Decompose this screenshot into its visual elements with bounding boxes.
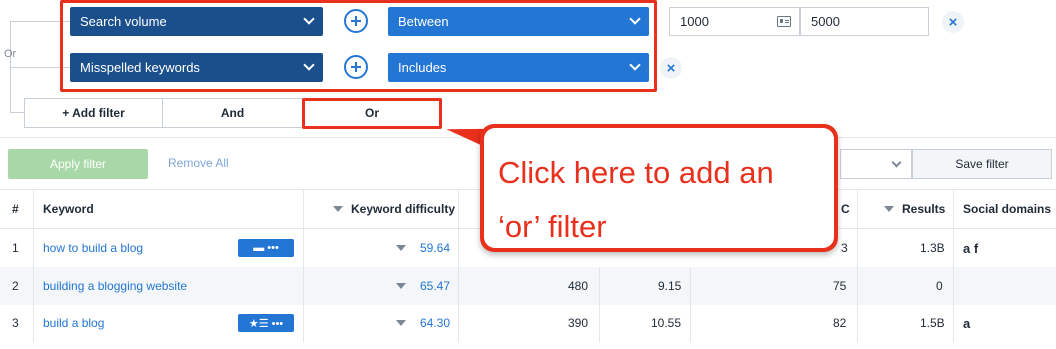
add-filter-button[interactable]: + Add filter xyxy=(24,98,163,128)
difficulty-cell: 65.47 xyxy=(396,267,450,305)
comment-and-more-badges[interactable]: ▬ ••• xyxy=(238,239,294,257)
column-header-results[interactable]: Results xyxy=(884,190,945,228)
column-divider xyxy=(857,304,858,342)
callout-text: Click here to add an ‘or’ filter xyxy=(484,128,834,248)
column-divider xyxy=(303,190,304,228)
remove-filter-1-close-icon[interactable]: × xyxy=(942,11,964,33)
column-header-social: Social domains xyxy=(963,202,1052,216)
column-divider xyxy=(303,304,304,342)
column-header-index: # xyxy=(12,202,19,216)
keyword-link[interactable]: how to build a blog xyxy=(43,229,143,267)
callout-line-2: ‘or’ filter xyxy=(498,209,607,244)
column-divider xyxy=(33,229,34,267)
column-divider xyxy=(458,304,459,342)
column-header-results-label: Results xyxy=(902,202,946,216)
callout-line-1: Click here to add an xyxy=(498,155,774,190)
social-domains-icons: a f xyxy=(963,240,979,256)
trend-down-icon xyxy=(396,320,406,326)
column-divider xyxy=(690,267,691,305)
column-divider xyxy=(33,190,34,228)
column-header-c[interactable]: C xyxy=(841,190,850,228)
c-value: 82 xyxy=(833,316,847,330)
column-divider xyxy=(857,267,858,305)
apply-filter-button[interactable]: Apply filter xyxy=(8,149,148,179)
or-button-highlight-box xyxy=(302,98,442,129)
connector-line xyxy=(10,112,24,113)
c-value: 3 xyxy=(841,241,848,255)
min-value-text: 1000 xyxy=(680,14,709,29)
column-divider xyxy=(33,267,34,305)
row-index: 3 xyxy=(12,316,19,330)
trend-down-icon xyxy=(396,245,406,251)
trend-down-icon xyxy=(396,283,406,289)
cpc-value: 10.55 xyxy=(651,316,682,330)
volume-value: 390 xyxy=(568,316,589,330)
column-divider xyxy=(953,304,954,342)
column-divider xyxy=(33,304,34,342)
table-row: 2 building a blogging website 65.47 480 … xyxy=(0,267,1056,305)
annotation-callout: Click here to add an ‘or’ filter xyxy=(480,124,838,252)
column-divider xyxy=(458,229,459,267)
difficulty-value[interactable]: 65.47 xyxy=(420,279,450,293)
row-index: 1 xyxy=(12,241,19,255)
column-divider xyxy=(953,229,954,267)
column-divider xyxy=(303,267,304,305)
star-list-and-more-badges[interactable]: ★☰ ••• xyxy=(238,314,294,332)
results-value: 1.3B xyxy=(920,241,945,255)
callout-arrow xyxy=(444,121,484,145)
column-divider xyxy=(599,304,600,342)
remove-all-link[interactable]: Remove All xyxy=(168,156,229,170)
column-divider xyxy=(953,267,954,305)
difficulty-value[interactable]: 59.64 xyxy=(420,241,450,255)
column-divider xyxy=(857,190,858,228)
close-icon-glyph: × xyxy=(948,13,958,31)
cpc-value: 9.15 xyxy=(658,279,682,293)
and-button[interactable]: And xyxy=(162,98,303,128)
sort-arrow-icon xyxy=(884,206,894,212)
id-card-icon xyxy=(777,16,791,27)
or-connector-label: Or xyxy=(4,48,17,60)
options-dropdown[interactable] xyxy=(840,149,912,179)
difficulty-cell: 64.30 xyxy=(396,304,450,342)
difficulty-cell: 59.64 xyxy=(396,229,450,267)
column-header-difficulty[interactable]: Keyword difficulty xyxy=(333,190,455,228)
column-divider xyxy=(690,304,691,342)
max-value-text: 5000 xyxy=(811,14,840,29)
column-divider xyxy=(599,267,600,305)
close-icon-glyph: × xyxy=(666,59,676,77)
column-divider xyxy=(458,190,459,228)
sort-arrow-icon xyxy=(333,206,343,212)
results-value: 1.5B xyxy=(920,316,945,330)
keyword-link[interactable]: build a blog xyxy=(43,304,104,342)
difficulty-value[interactable]: 64.30 xyxy=(420,316,450,330)
volume-value: 480 xyxy=(568,279,589,293)
table-row: 3 build a blog ★☰ ••• 64.30 390 10.55 82… xyxy=(0,304,1056,342)
max-value-input[interactable]: 5000 xyxy=(800,7,929,36)
min-value-input[interactable]: 1000 xyxy=(669,7,800,36)
column-divider xyxy=(458,267,459,305)
column-divider xyxy=(857,229,858,267)
column-header-difficulty-label: Keyword difficulty xyxy=(351,202,456,216)
column-header-keyword[interactable]: Keyword xyxy=(43,190,94,228)
column-divider xyxy=(303,229,304,267)
column-divider xyxy=(953,190,954,228)
remove-filter-2-close-icon[interactable]: × xyxy=(660,57,682,79)
save-filter-button[interactable]: Save filter xyxy=(912,149,1052,179)
filters-highlight-box xyxy=(60,0,657,92)
results-value: 0 xyxy=(936,279,943,293)
social-domains-icons: a xyxy=(963,315,971,331)
row-index: 2 xyxy=(12,279,19,293)
c-value: 75 xyxy=(833,279,847,293)
keyword-link[interactable]: building a blogging website xyxy=(43,267,187,305)
chevron-down-icon xyxy=(891,157,902,168)
